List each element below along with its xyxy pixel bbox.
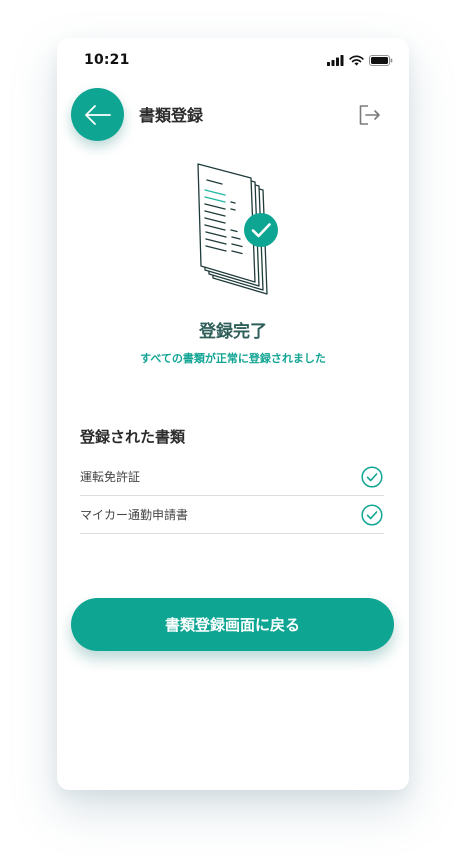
- battery-icon: [369, 55, 393, 66]
- back-button[interactable]: [71, 88, 124, 141]
- check-circle-icon: [361, 503, 383, 526]
- status-bar: 10:21: [57, 38, 409, 78]
- wifi-icon: [349, 55, 364, 66]
- status-icons: [327, 55, 393, 66]
- logout-icon: [359, 105, 380, 125]
- return-to-registration-button[interactable]: 書類登録画面に戻る: [71, 598, 394, 651]
- list-item: マイカー通勤申請書: [80, 496, 384, 534]
- registered-documents-list: 運転免許証 マイカー通勤申請書: [80, 458, 384, 534]
- completion-title: 登録完了: [199, 322, 267, 342]
- list-item: 運転免許証: [80, 458, 384, 496]
- screen-background: 10:21 書類登録 登録完了 すべての書類が正常に登録されました 登録された書…: [0, 0, 466, 865]
- signal-icon: [327, 55, 344, 66]
- document-stack-check-icon: [197, 163, 278, 295]
- check-circle-icon: [361, 465, 383, 488]
- document-label: 運転免許証: [80, 470, 141, 484]
- registered-documents-heading: 登録された書類: [80, 428, 186, 446]
- completion-subtitle: すべての書類が正常に登録されました: [140, 352, 326, 365]
- status-time: 10:21: [84, 52, 130, 68]
- page-title: 書類登録: [139, 106, 204, 125]
- logout-button[interactable]: [356, 102, 382, 128]
- phone-frame: 10:21 書類登録 登録完了 すべての書類が正常に登録されました 登録された書…: [57, 38, 409, 790]
- arrow-left-icon: [84, 104, 111, 125]
- document-label: マイカー通勤申請書: [80, 508, 189, 522]
